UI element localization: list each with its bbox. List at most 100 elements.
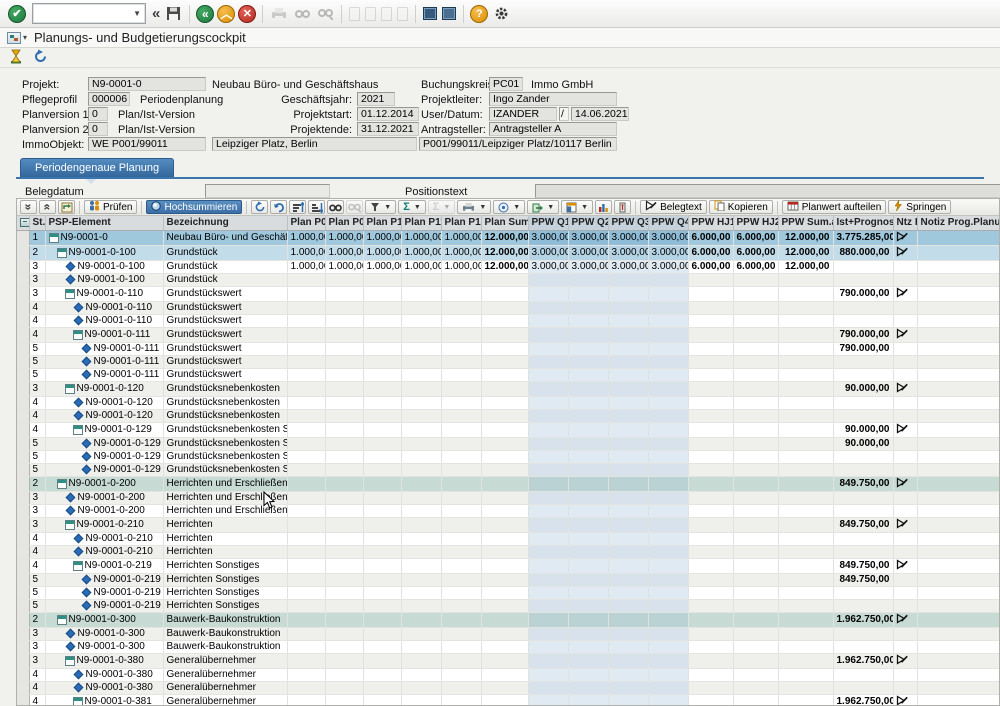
- value-cell[interactable]: [778, 504, 833, 517]
- value-cell[interactable]: [608, 640, 648, 653]
- value-cell[interactable]: [528, 612, 568, 627]
- psp-cell[interactable]: N9-0001-0-219: [45, 599, 163, 612]
- value-cell[interactable]: [363, 396, 401, 409]
- value-cell[interactable]: [481, 422, 528, 437]
- value-cell[interactable]: [528, 437, 568, 450]
- value-cell[interactable]: [608, 681, 648, 694]
- table-row[interactable]: 3N9-0001-0-200Herrichten und Erschließen: [17, 504, 1000, 517]
- value-cell[interactable]: [648, 437, 688, 450]
- value-cell[interactable]: [688, 301, 733, 314]
- value-cell[interactable]: [778, 517, 833, 532]
- value-cell[interactable]: [733, 504, 778, 517]
- notiz-cell[interactable]: [917, 640, 1000, 653]
- value-cell[interactable]: [363, 653, 401, 668]
- note-icon[interactable]: [896, 290, 908, 301]
- col-plan-p08[interactable]: Plan P08: [287, 216, 325, 230]
- value-cell[interactable]: [441, 668, 481, 681]
- value-cell[interactable]: [287, 396, 325, 409]
- pruefen-button[interactable]: Prüfen: [84, 200, 137, 214]
- value-cell[interactable]: [778, 422, 833, 437]
- value-cell[interactable]: [608, 314, 648, 327]
- value-cell[interactable]: [568, 476, 608, 491]
- notiz-cell[interactable]: [917, 545, 1000, 558]
- notiz-cell[interactable]: [917, 599, 1000, 612]
- value-cell[interactable]: 1.000,00: [287, 245, 325, 260]
- ist-prognose-cell[interactable]: [833, 260, 893, 273]
- row-select-cell[interactable]: [17, 694, 29, 706]
- col-notiz-prog-planung[interactable]: Notiz Prog.Planung: [917, 216, 1000, 230]
- value-cell[interactable]: 1.000,00: [401, 260, 441, 273]
- row-select-cell[interactable]: [17, 450, 29, 463]
- value-cell[interactable]: [441, 409, 481, 422]
- value-cell[interactable]: [733, 653, 778, 668]
- value-cell[interactable]: [528, 342, 568, 355]
- row-select-cell[interactable]: [17, 599, 29, 612]
- command-combobox[interactable]: ▼: [33, 4, 145, 23]
- value-cell[interactable]: 6.000,00: [733, 245, 778, 260]
- value-cell[interactable]: [441, 450, 481, 463]
- value-cell[interactable]: [441, 640, 481, 653]
- note-cell[interactable]: [893, 422, 917, 437]
- value-cell[interactable]: [688, 694, 733, 706]
- value-cell[interactable]: [401, 381, 441, 396]
- bezeichnung-cell[interactable]: Grundstücksnebenkosten S..: [163, 463, 287, 476]
- value-cell[interactable]: [287, 463, 325, 476]
- value-cell[interactable]: [325, 627, 363, 640]
- row-select-cell[interactable]: [17, 381, 29, 396]
- value-cell[interactable]: [325, 599, 363, 612]
- row-select-cell[interactable]: [17, 301, 29, 314]
- value-cell[interactable]: [688, 355, 733, 368]
- psp-cell[interactable]: N9-0001-0-300: [45, 627, 163, 640]
- bezeichnung-cell[interactable]: Herrichten Sonstiges: [163, 586, 287, 599]
- value-cell[interactable]: [481, 491, 528, 504]
- ist-prognose-cell[interactable]: 1.962.750,00: [833, 694, 893, 706]
- value-cell[interactable]: [568, 599, 608, 612]
- value-cell[interactable]: [401, 681, 441, 694]
- value-cell[interactable]: [287, 504, 325, 517]
- value-cell[interactable]: [401, 463, 441, 476]
- value-cell[interactable]: [325, 517, 363, 532]
- notiz-cell[interactable]: [917, 260, 1000, 273]
- psp-cell[interactable]: N9-0001-0-210: [45, 545, 163, 558]
- value-cell[interactable]: [568, 463, 608, 476]
- value-cell[interactable]: [528, 301, 568, 314]
- value-cell[interactable]: [778, 286, 833, 301]
- value-cell[interactable]: [481, 301, 528, 314]
- pflegeprofil-field[interactable]: 000006: [88, 92, 130, 106]
- value-cell[interactable]: [287, 668, 325, 681]
- value-cell[interactable]: [528, 545, 568, 558]
- value-cell[interactable]: [287, 437, 325, 450]
- ist-prognose-cell[interactable]: [833, 681, 893, 694]
- psp-cell[interactable]: N9-0001-0-129: [45, 422, 163, 437]
- new-session-icon[interactable]: [423, 7, 437, 20]
- value-cell[interactable]: 12.000,00: [481, 230, 528, 245]
- value-cell[interactable]: [401, 476, 441, 491]
- value-cell[interactable]: [778, 573, 833, 586]
- value-cell[interactable]: [528, 653, 568, 668]
- value-cell[interactable]: [401, 532, 441, 545]
- value-cell[interactable]: [733, 314, 778, 327]
- psp-cell[interactable]: N9-0001-0-380: [45, 653, 163, 668]
- psp-cell[interactable]: N9-0001-0-120: [45, 409, 163, 422]
- value-cell[interactable]: [568, 558, 608, 573]
- value-cell[interactable]: [363, 640, 401, 653]
- value-cell[interactable]: [481, 532, 528, 545]
- note-icon[interactable]: [896, 521, 908, 532]
- note-cell[interactable]: [893, 694, 917, 706]
- row-select-cell[interactable]: [17, 286, 29, 301]
- value-cell[interactable]: 1.000,00: [325, 260, 363, 273]
- value-cell[interactable]: [441, 573, 481, 586]
- value-cell[interactable]: [688, 396, 733, 409]
- table-row[interactable]: 4N9-0001-0-120Grundstücksnebenkosten: [17, 409, 1000, 422]
- table-row[interactable]: 3N9-0001-0-300Bauwerk-Baukonstruktion: [17, 627, 1000, 640]
- ist-prognose-cell[interactable]: [833, 627, 893, 640]
- value-cell[interactable]: 3.000,00: [528, 260, 568, 273]
- value-cell[interactable]: [648, 627, 688, 640]
- value-cell[interactable]: 6.000,00: [733, 230, 778, 245]
- value-cell[interactable]: [568, 681, 608, 694]
- bezeichnung-cell[interactable]: Grundstück: [163, 260, 287, 273]
- value-cell[interactable]: [287, 368, 325, 381]
- views-icon[interactable]: ▼: [493, 200, 525, 214]
- value-cell[interactable]: [608, 599, 648, 612]
- value-cell[interactable]: [648, 573, 688, 586]
